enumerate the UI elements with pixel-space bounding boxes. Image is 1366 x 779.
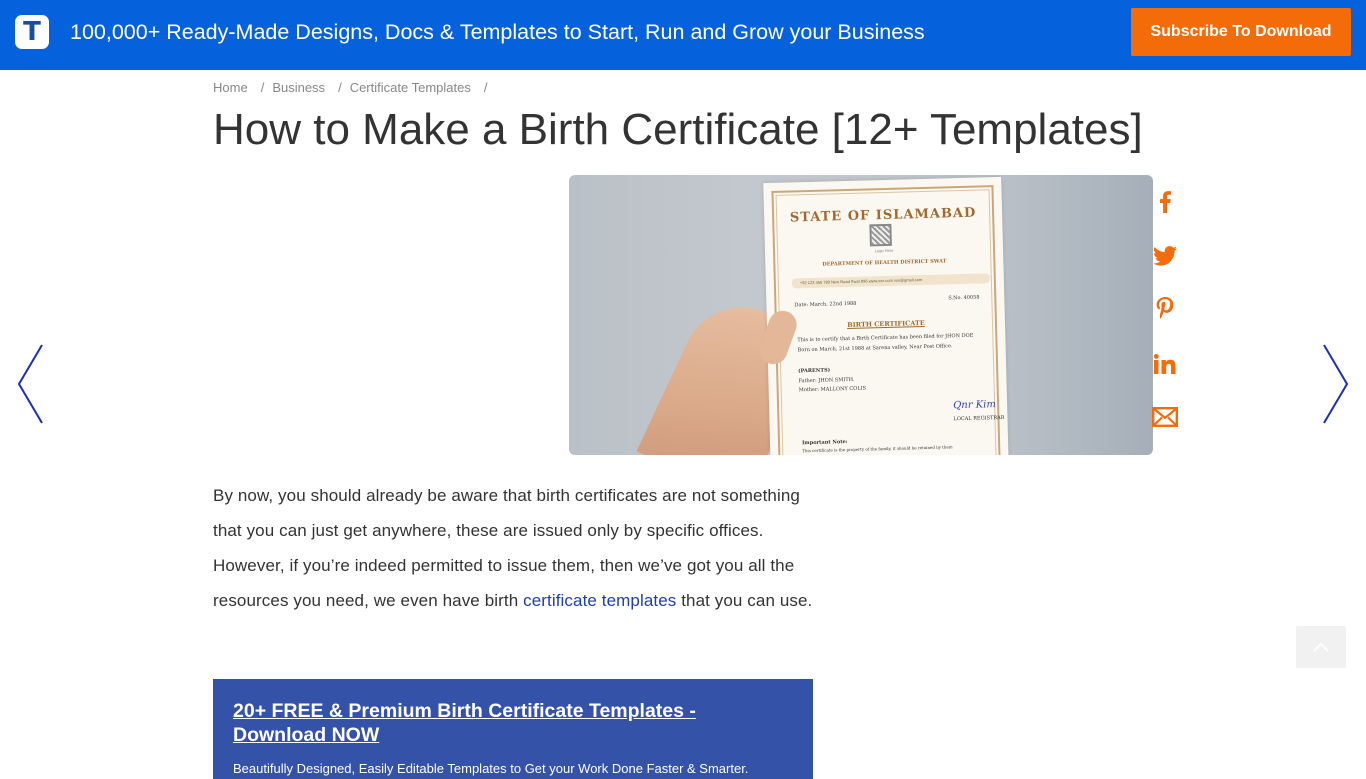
promo-download-link[interactable]: 20+ FREE & Premium Birth Certificate Tem… (233, 699, 793, 747)
share-linkedin[interactable] (1152, 351, 1178, 377)
cert-parents: (PARENTS) (798, 367, 831, 375)
cert-signature: Qnr Kim (952, 399, 997, 412)
breadcrumb: Home / Business / Certificate Templates / (213, 80, 495, 95)
chevron-up-icon (1313, 642, 1329, 652)
share-email[interactable] (1152, 404, 1178, 430)
twitter-icon (1153, 246, 1177, 266)
share-pinterest[interactable] (1152, 296, 1178, 322)
pinterest-icon (1156, 297, 1174, 319)
banner-tagline: 100,000+ Ready-Made Designs, Docs & Temp… (70, 20, 925, 44)
page-title: How to Make a Birth Certificate [12+ Tem… (213, 105, 1143, 154)
breadcrumb-certificate-templates[interactable]: Certificate Templates (350, 80, 471, 95)
certificate-illustration: STATE OF ISLAMABAD Logo Here DEPARTMENT … (763, 176, 1009, 455)
breadcrumb-separator: / (260, 80, 265, 95)
top-banner: T 100,000+ Ready-Made Designs, Docs & Te… (0, 0, 1366, 70)
next-article-button[interactable] (1320, 343, 1350, 425)
certificate-templates-link[interactable]: certificate templates (523, 591, 676, 610)
hero-image: STATE OF ISLAMABAD Logo Here DEPARTMENT … (569, 175, 1153, 455)
article-paragraph: By now, you should already be aware that… (213, 478, 813, 618)
cert-qr-logo (869, 223, 892, 247)
linkedin-icon (1154, 354, 1176, 374)
paragraph-text-end: that you can use. (676, 591, 813, 610)
share-facebook[interactable] (1152, 189, 1178, 215)
previous-article-button[interactable] (16, 343, 46, 425)
share-twitter[interactable] (1152, 243, 1178, 269)
chevron-right-icon (1323, 344, 1349, 424)
promo-box: 20+ FREE & Premium Birth Certificate Tem… (213, 679, 813, 779)
breadcrumb-separator: / (338, 80, 342, 95)
breadcrumb-business[interactable]: Business (272, 80, 325, 95)
breadcrumb-home[interactable]: Home (213, 80, 248, 95)
promo-subtitle: Beautifully Designed, Easily Editable Te… (233, 761, 749, 776)
email-icon (1152, 407, 1178, 427)
facebook-icon (1159, 191, 1171, 213)
chevron-left-icon (17, 344, 43, 424)
back-to-top-button[interactable] (1296, 626, 1346, 668)
cert-serial: S.No. 40058 (948, 294, 980, 302)
cert-note-title: Important Note: (801, 439, 848, 447)
site-logo[interactable]: T (15, 15, 49, 49)
logo-letter: T (23, 17, 41, 47)
breadcrumb-separator: / (483, 80, 488, 95)
subscribe-button[interactable]: Subscribe To Download (1131, 8, 1351, 56)
